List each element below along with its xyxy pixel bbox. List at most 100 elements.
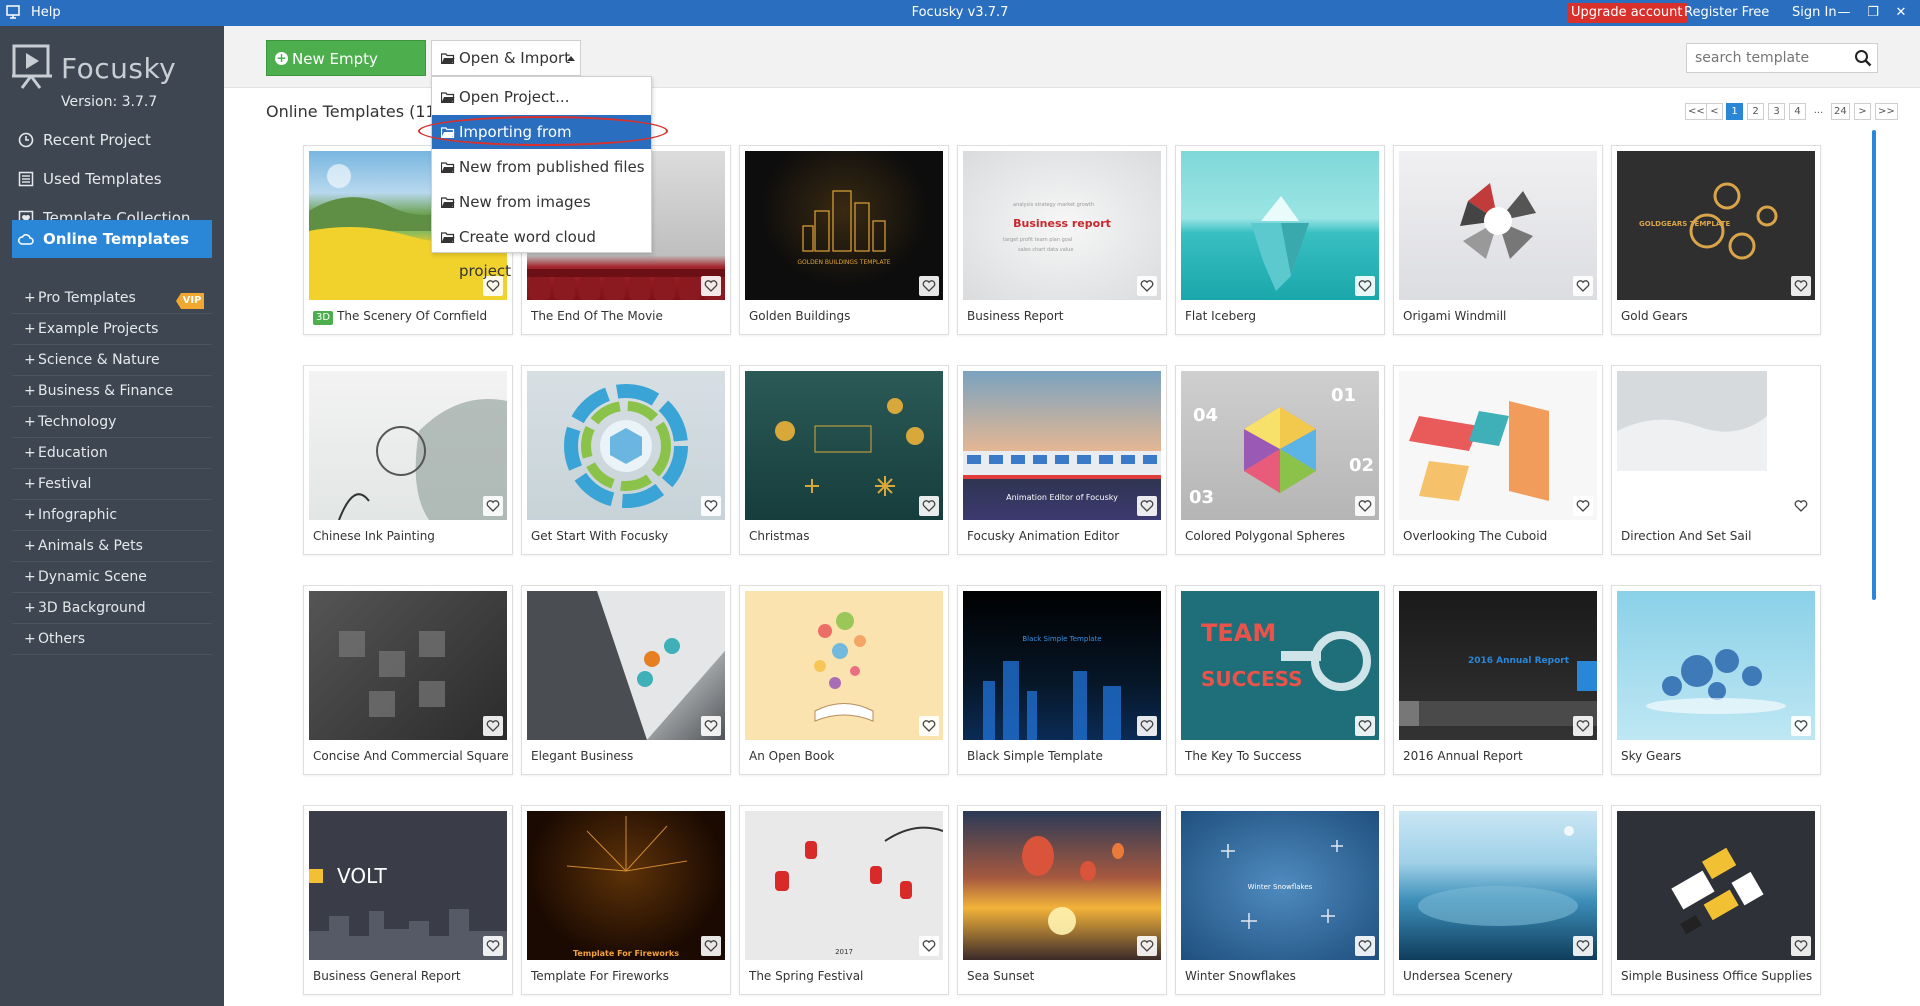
favorite-heart-icon[interactable] (1355, 276, 1375, 296)
template-thumbnail[interactable] (1617, 371, 1815, 520)
template-card[interactable]: Direction And Set Sail (1611, 365, 1821, 555)
pager-button[interactable]: < (1706, 103, 1723, 120)
pager-button[interactable]: >> (1875, 103, 1898, 120)
favorite-heart-icon[interactable] (701, 496, 721, 516)
template-card[interactable]: Sea Sunset (957, 805, 1167, 995)
favorite-heart-icon[interactable] (701, 716, 721, 736)
sidebar-category-business-finance[interactable]: + Business & Finance (24, 383, 173, 399)
dropdown-item-new-from-images[interactable]: New from images (432, 185, 651, 219)
pager-button[interactable]: 1 (1726, 103, 1743, 120)
favorite-heart-icon[interactable] (701, 276, 721, 296)
sidebar-category-dynamic-scene[interactable]: + Dynamic Scene (24, 569, 147, 585)
dropdown-item-open-project[interactable]: Open Project... (432, 80, 651, 114)
open-import-button[interactable]: Open & Import (431, 40, 581, 76)
favorite-heart-icon[interactable] (483, 496, 503, 516)
template-card[interactable]: Concise And Commercial Squares (303, 585, 513, 775)
nav-online-templates[interactable]: Online Templates (12, 220, 212, 258)
nav-recent-project[interactable]: Recent Project (12, 122, 212, 158)
template-thumbnail[interactable]: 01 02 03 04 (1181, 371, 1379, 520)
template-card[interactable]: Undersea Scenery (1393, 805, 1603, 995)
template-thumbnail[interactable]: 2017 (745, 811, 943, 960)
favorite-heart-icon[interactable] (919, 496, 939, 516)
pager-button[interactable]: 4 (1789, 103, 1806, 120)
dropdown-item-importing-from-powerpoint[interactable]: Importing from PowerPoint (432, 115, 651, 175)
template-thumbnail[interactable]: GOLDEN BUILDINGS TEMPLATE (745, 151, 943, 300)
favorite-heart-icon[interactable] (1791, 496, 1811, 516)
restore-icon[interactable]: ❐ (1862, 3, 1884, 23)
favorite-heart-icon[interactable] (1791, 716, 1811, 736)
template-thumbnail[interactable]: Animation Editor of Focusky (963, 371, 1161, 520)
sidebar-category-education[interactable]: + Education (24, 445, 108, 461)
template-thumbnail[interactable] (745, 371, 943, 520)
template-thumbnail[interactable]: Winter Snowflakes (1181, 811, 1379, 960)
sidebar-category-technology[interactable]: + Technology (24, 414, 116, 430)
template-thumbnail[interactable] (527, 371, 725, 520)
template-card[interactable]: GOLDEN BUILDINGS TEMPLATE Golden Building… (739, 145, 949, 335)
favorite-heart-icon[interactable] (483, 716, 503, 736)
sidebar-category-festival[interactable]: + Festival (24, 476, 91, 492)
template-card[interactable]: 2016 Annual Report 2016 Annual Report (1393, 585, 1603, 775)
sidebar-category-pro-templates[interactable]: + Pro Templates (24, 290, 136, 306)
favorite-heart-icon[interactable] (1573, 276, 1593, 296)
template-thumbnail[interactable] (963, 811, 1161, 960)
favorite-heart-icon[interactable] (701, 936, 721, 956)
template-thumbnail[interactable]: TEAM SUCCESS (1181, 591, 1379, 740)
template-thumbnail[interactable] (527, 591, 725, 740)
template-thumbnail[interactable]: Template For Fireworks (527, 811, 725, 960)
template-card[interactable]: Flat Iceberg (1175, 145, 1385, 335)
template-card[interactable]: TEAM SUCCESS The Key To Success (1175, 585, 1385, 775)
sidebar-category-science-nature[interactable]: + Science & Nature (24, 352, 160, 368)
favorite-heart-icon[interactable] (1137, 936, 1157, 956)
template-card[interactable]: Animation Editor of Focusky Focusky Anima… (957, 365, 1167, 555)
search-input[interactable] (1687, 44, 1847, 72)
favorite-heart-icon[interactable] (919, 716, 939, 736)
register-free-link[interactable]: Register Free (1684, 5, 1769, 20)
pager-button[interactable]: 3 (1768, 103, 1785, 120)
dropdown-item-create-word-cloud-project[interactable]: Create word cloud project (432, 220, 651, 280)
new-empty-project-button[interactable]: + New Empty Project (266, 40, 426, 104)
template-card[interactable]: Overlooking The Cuboid (1393, 365, 1603, 555)
upgrade-account-button[interactable]: Upgrade account (1567, 3, 1687, 23)
favorite-heart-icon[interactable] (1137, 276, 1157, 296)
favorite-heart-icon[interactable] (1137, 496, 1157, 516)
template-thumbnail[interactable]: 2016 Annual Report (1399, 591, 1597, 740)
favorite-heart-icon[interactable] (1573, 496, 1593, 516)
template-thumbnail[interactable] (309, 371, 507, 520)
sign-in-link[interactable]: Sign In (1792, 5, 1837, 20)
template-thumbnail[interactable]: analysis strategy market growth target pr… (963, 151, 1161, 300)
minimize-icon[interactable]: — (1833, 3, 1855, 23)
sidebar-category-example-projects[interactable]: + Example Projects (24, 321, 158, 337)
template-thumbnail[interactable] (1181, 151, 1379, 300)
template-card[interactable]: Elegant Business (521, 585, 731, 775)
favorite-heart-icon[interactable] (1573, 716, 1593, 736)
favorite-heart-icon[interactable] (1791, 276, 1811, 296)
pager-button[interactable]: 24 (1831, 103, 1850, 120)
template-thumbnail[interactable] (1617, 591, 1815, 740)
template-thumbnail[interactable]: Black Simple Template (963, 591, 1161, 740)
template-card[interactable]: 2017 The Spring Festival (739, 805, 949, 995)
template-card[interactable]: Get Start With Focusky (521, 365, 731, 555)
nav-used-templates[interactable]: Used Templates (12, 161, 212, 197)
pager-button[interactable]: > (1854, 103, 1871, 120)
template-thumbnail[interactable] (745, 591, 943, 740)
template-card[interactable]: Black Simple Template Black Simple Templa… (957, 585, 1167, 775)
template-thumbnail[interactable] (1399, 151, 1597, 300)
favorite-heart-icon[interactable] (919, 276, 939, 296)
favorite-heart-icon[interactable] (1791, 936, 1811, 956)
template-card[interactable]: 01 02 03 04 Colored Polygonal Spheres (1175, 365, 1385, 555)
template-card[interactable]: Simple Business Office Supplies (1611, 805, 1821, 995)
sidebar-category-others[interactable]: + Others (24, 631, 85, 647)
close-icon[interactable]: ✕ (1890, 3, 1912, 23)
favorite-heart-icon[interactable] (1137, 716, 1157, 736)
template-card[interactable]: An Open Book (739, 585, 949, 775)
template-card[interactable]: VOLT Business General Report (303, 805, 513, 995)
sidebar-category-infographic[interactable]: + Infographic (24, 507, 117, 523)
template-card[interactable]: Template For Fireworks Template For Firew… (521, 805, 731, 995)
favorite-heart-icon[interactable] (1355, 496, 1375, 516)
template-card[interactable]: analysis strategy market growth target pr… (957, 145, 1167, 335)
sidebar-category-animals-pets[interactable]: + Animals & Pets (24, 538, 143, 554)
template-thumbnail[interactable] (309, 591, 507, 740)
sidebar-category-3d-background[interactable]: +3D Background (24, 600, 146, 616)
template-card[interactable]: GOLDGEARS TEMPLATE Gold Gears (1611, 145, 1821, 335)
dropdown-item-new-from-published-files[interactable]: New from published files (432, 150, 651, 184)
